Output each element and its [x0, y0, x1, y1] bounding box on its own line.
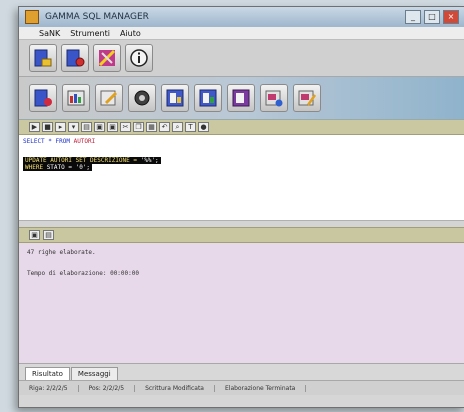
delete-db-button[interactable] [29, 84, 57, 112]
menu-item-strumenti[interactable]: Strumenti [70, 29, 110, 38]
settings-button[interactable] [293, 84, 321, 112]
status-bar: Riga: 2/2/2/5 Pos: 2/2/2/5 Scrittura Mod… [19, 380, 464, 395]
sql-where: WHERE [25, 164, 47, 171]
save-icon[interactable]: ▣ [94, 122, 105, 132]
form-icon [166, 89, 184, 107]
dropdown-icon[interactable]: ▾ [68, 122, 79, 132]
pencil-icon [100, 90, 118, 106]
gear-icon [134, 90, 150, 106]
query-button[interactable] [128, 84, 156, 112]
title-bar[interactable]: GAMMA SQL MANAGER _ □ × [19, 7, 464, 27]
menu-item-sank[interactable]: SaNK [39, 29, 60, 38]
sql-keyword: SELECT * FROM [23, 138, 74, 145]
editor-line-3: WHERE STATO = '0'; [23, 164, 93, 171]
results-tabs: Risultato Messaggi [19, 363, 464, 380]
tables-button[interactable] [62, 84, 90, 112]
sql-editor[interactable]: SELECT * FROM AUTORI UPDATE AUTORI SET D… [19, 135, 464, 221]
sql-update: UPDATE AUTORI SET [25, 157, 91, 164]
tools-icon [98, 49, 116, 67]
cut-icon[interactable]: ✂ [120, 122, 131, 132]
sql-toolbar: ▶ ■ ▸ ▾ ▤ ▣ ▣ ✂ ❐ ▦ ↶ ⌕ T ● [19, 120, 464, 135]
find-icon[interactable]: ⌕ [172, 122, 183, 132]
minimize-button[interactable]: _ [405, 10, 421, 24]
maximize-button[interactable]: □ [424, 10, 440, 24]
result-time-message: Tempo di elaborazione: 00:00:00 [27, 270, 139, 277]
status-row: Riga: 2/2/2/5 [19, 384, 79, 392]
format-icon[interactable]: T [185, 122, 196, 132]
tools-button[interactable] [93, 44, 121, 72]
report-icon [232, 89, 250, 107]
editor-line-2: UPDATE AUTORI SET DESCRIZIONE = '%%'; [23, 157, 161, 164]
menu-item-aiuto[interactable]: Aiuto [120, 29, 141, 38]
status-position: Pos: 2/2/2/5 [79, 384, 136, 392]
undo-icon[interactable]: ↶ [159, 122, 170, 132]
sql-value: '%%'; [140, 157, 159, 164]
tab-risultato[interactable]: Risultato [25, 367, 70, 380]
options-icon[interactable]: ● [198, 122, 209, 132]
tab-messaggi[interactable]: Messaggi [70, 367, 118, 380]
form-2-button[interactable] [194, 84, 222, 112]
editor-selection: UPDATE AUTORI SET DESCRIZIONE = '%%'; WH… [23, 157, 461, 171]
results-panel: 47 righe elaborate. Tempo di elaborazion… [19, 243, 464, 363]
save-as-icon[interactable]: ▣ [107, 122, 118, 132]
copy-icon[interactable]: ❐ [133, 122, 144, 132]
status-mode: Scrittura Modificata [135, 384, 215, 392]
editor-line-1: SELECT * FROM AUTORI [23, 138, 461, 145]
status-state: Elaborazione Terminata [215, 384, 307, 392]
database-delete-icon [34, 89, 52, 107]
table-icon [67, 90, 85, 106]
close-button[interactable]: × [443, 10, 459, 24]
app-icon [25, 10, 39, 24]
stop-icon[interactable]: ■ [42, 122, 53, 132]
info-icon [130, 49, 148, 67]
new-db-button[interactable] [29, 44, 57, 72]
main-toolbar [19, 40, 464, 77]
form-icon [199, 89, 217, 107]
open-db-button[interactable] [61, 44, 89, 72]
paste-icon[interactable]: ▦ [146, 122, 157, 132]
sql-table: AUTORI [73, 138, 96, 145]
database-open-icon [66, 49, 85, 67]
save-results-icon[interactable]: ▣ [29, 230, 40, 240]
objects-toolbar [19, 77, 464, 120]
form-1-button[interactable] [161, 84, 189, 112]
sql-condition: STATO = '0'; [46, 164, 91, 171]
report-button[interactable] [227, 84, 255, 112]
export-button[interactable] [260, 84, 288, 112]
results-toolbar: ▣ ▤ [19, 227, 464, 243]
result-rows-message: 47 righe elaborate. [27, 249, 96, 256]
run-icon[interactable]: ▶ [29, 122, 40, 132]
step-icon[interactable]: ▸ [55, 122, 66, 132]
info-button[interactable] [125, 44, 153, 72]
database-new-icon [34, 49, 52, 67]
print-results-icon[interactable]: ▤ [43, 230, 54, 240]
settings-icon [298, 90, 317, 106]
app-window: GAMMA SQL MANAGER _ □ × SaNK Strumenti A… [18, 6, 464, 408]
export-icon [265, 90, 283, 107]
open-file-icon[interactable]: ▤ [81, 122, 92, 132]
menu-bar: SaNK Strumenti Aiuto [19, 27, 464, 40]
sql-set: DESCRIZIONE = [90, 157, 141, 164]
edit-button[interactable] [95, 84, 123, 112]
window-title: GAMMA SQL MANAGER [45, 12, 149, 22]
